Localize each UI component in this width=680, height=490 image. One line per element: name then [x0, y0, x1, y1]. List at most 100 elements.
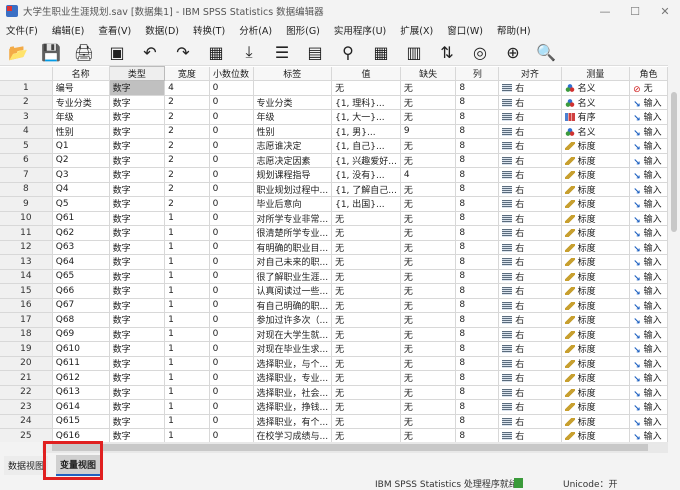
cell-measure[interactable]: 标度: [561, 167, 631, 183]
cell-name[interactable]: Q4: [52, 182, 110, 197]
split-file-icon[interactable]: ⇅: [435, 41, 459, 63]
cell-columns[interactable]: 8: [455, 269, 500, 284]
cell-columns[interactable]: 8: [455, 385, 500, 400]
row-header[interactable]: 16: [0, 298, 53, 313]
cell-name[interactable]: 编号: [52, 80, 110, 96]
cell-type[interactable]: 数字: [109, 211, 166, 226]
cell-decimals[interactable]: 0: [209, 283, 254, 299]
cell-role[interactable]: ↘ 输入: [629, 124, 668, 139]
cell-align[interactable]: 右: [498, 399, 562, 415]
maximize-button[interactable]: ☐: [620, 0, 650, 22]
cell-columns[interactable]: 8: [455, 153, 500, 168]
cell-values[interactable]: {1, 大一}...: [331, 109, 401, 125]
cell-measure[interactable]: 名义: [561, 124, 631, 139]
cell-width[interactable]: 1: [164, 298, 210, 313]
cell-measure[interactable]: 名义: [561, 80, 631, 96]
cell-type[interactable]: 数字: [109, 428, 166, 442]
cell-decimals[interactable]: 0: [209, 182, 254, 197]
cell-measure[interactable]: 标度: [561, 327, 631, 342]
cell-align[interactable]: 右: [498, 341, 562, 357]
menu-item-5[interactable]: 分析(A): [239, 23, 272, 37]
cell-type[interactable]: 数字: [109, 95, 166, 110]
cell-type[interactable]: 数字: [109, 138, 166, 154]
cell-columns[interactable]: 8: [455, 356, 500, 371]
cell-role[interactable]: ↘ 输入: [629, 399, 668, 415]
cell-type[interactable]: 数字: [109, 254, 166, 270]
cell-columns[interactable]: 8: [455, 109, 500, 125]
cell-label[interactable]: 志愿决定因素: [253, 153, 333, 168]
cell-role[interactable]: ↘ 输入: [629, 109, 668, 125]
cell-name[interactable]: Q68: [52, 312, 110, 328]
cell-align[interactable]: 右: [498, 298, 562, 313]
cell-decimals[interactable]: 0: [209, 124, 254, 139]
cell-columns[interactable]: 8: [455, 298, 500, 313]
column-header-missing[interactable]: 缺失: [400, 66, 457, 81]
cell-align[interactable]: 右: [498, 196, 562, 212]
cell-columns[interactable]: 8: [455, 225, 500, 241]
goto-case-icon[interactable]: ▦: [204, 41, 228, 63]
cell-missing[interactable]: 无: [400, 269, 457, 284]
cell-width[interactable]: 2: [164, 167, 210, 183]
cell-type[interactable]: 数字: [109, 370, 166, 386]
cell-align[interactable]: 右: [498, 167, 562, 183]
menu-item-6[interactable]: 图形(G): [286, 23, 320, 37]
cell-type[interactable]: 数字: [109, 124, 166, 139]
cell-values[interactable]: {1, 自己}...: [331, 138, 401, 154]
cell-decimals[interactable]: 0: [209, 414, 254, 429]
cell-label[interactable]: 规划课程指导: [253, 167, 333, 183]
cell-values[interactable]: 无: [331, 80, 401, 96]
cell-align[interactable]: 右: [498, 240, 562, 255]
cell-values[interactable]: 无: [331, 211, 401, 226]
cell-values[interactable]: 无: [331, 254, 401, 270]
cell-name[interactable]: 性别: [52, 124, 110, 139]
cell-values[interactable]: 无: [331, 240, 401, 255]
cell-name[interactable]: Q69: [52, 327, 110, 342]
undo-icon[interactable]: ↶: [138, 41, 162, 63]
cell-label[interactable]: 有明确的职业目...: [253, 240, 333, 255]
cell-decimals[interactable]: 0: [209, 385, 254, 400]
cell-align[interactable]: 右: [498, 428, 562, 442]
cell-align[interactable]: 右: [498, 153, 562, 168]
row-header[interactable]: 13: [0, 254, 53, 270]
save-icon[interactable]: 💾: [39, 41, 63, 63]
cell-name[interactable]: Q66: [52, 283, 110, 299]
cell-width[interactable]: 1: [164, 283, 210, 299]
cell-label[interactable]: 选择职业，与个...: [253, 356, 333, 371]
cell-align[interactable]: 右: [498, 182, 562, 197]
cell-label[interactable]: 专业分类: [253, 95, 333, 110]
row-header[interactable]: 2: [0, 95, 53, 110]
cell-columns[interactable]: 8: [455, 182, 500, 197]
cell-values[interactable]: 无: [331, 312, 401, 328]
cell-decimals[interactable]: 0: [209, 370, 254, 386]
cell-measure[interactable]: 标度: [561, 225, 631, 241]
cell-name[interactable]: Q61: [52, 211, 110, 226]
column-header-name[interactable]: 名称: [52, 66, 110, 81]
cell-width[interactable]: 2: [164, 153, 210, 168]
column-header-label[interactable]: 标签: [253, 66, 333, 81]
column-header-role[interactable]: 角色: [629, 66, 668, 81]
cell-columns[interactable]: 8: [455, 254, 500, 270]
cell-values[interactable]: 无: [331, 327, 401, 342]
cell-columns[interactable]: 8: [455, 399, 500, 415]
cell-align[interactable]: 右: [498, 312, 562, 328]
cell-missing[interactable]: 9: [400, 124, 457, 139]
cell-role[interactable]: ↘ 输入: [629, 153, 668, 168]
cell-type[interactable]: 数字: [109, 341, 166, 357]
cell-values[interactable]: 无: [331, 225, 401, 241]
cell-type[interactable]: 数字: [109, 196, 166, 212]
cell-label[interactable]: 认真阅读过一些...: [253, 283, 333, 299]
cell-type[interactable]: 数字: [109, 225, 166, 241]
cell-align[interactable]: 右: [498, 225, 562, 241]
cell-type[interactable]: 数字: [109, 385, 166, 400]
cell-missing[interactable]: 无: [400, 356, 457, 371]
cell-role[interactable]: ↘ 输入: [629, 356, 668, 371]
cell-width[interactable]: 1: [164, 211, 210, 226]
open-icon[interactable]: 📂: [6, 41, 30, 63]
menu-item-0[interactable]: 文件(F): [6, 23, 38, 37]
vertical-scroll-thumb[interactable]: [671, 92, 677, 232]
cell-type[interactable]: 数字: [109, 298, 166, 313]
cell-missing[interactable]: 无: [400, 370, 457, 386]
cell-values[interactable]: 无: [331, 269, 401, 284]
cell-width[interactable]: 1: [164, 240, 210, 255]
cell-columns[interactable]: 8: [455, 341, 500, 357]
